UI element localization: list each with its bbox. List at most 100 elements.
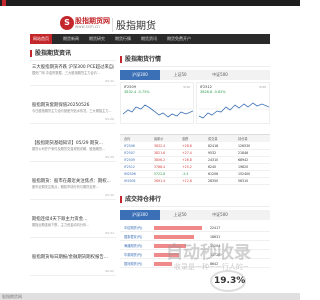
news-item[interactable]: 股指期货每日期报/金融期货期权报告... 06-02 xyxy=(30,252,116,276)
column-header: 持仓量 xyxy=(238,137,248,141)
contract-code[interactable]: IF2509 xyxy=(124,157,135,164)
nav-item-research[interactable]: 期货研究 xyxy=(86,34,108,44)
nav-item-quotes[interactable]: 期货行情 xyxy=(112,34,134,44)
open-interest: 152400 xyxy=(238,172,251,176)
table-row[interactable]: IF2509 3806.2 +26.8 24310 68942 xyxy=(120,157,270,164)
mini-chart[interactable]: IF2509 3832.4 -0.75% 5/30 xyxy=(120,82,194,124)
title-bar-icon xyxy=(30,50,32,57)
market-section-title: 股指期货行情 xyxy=(120,54,161,66)
change: +28.6 xyxy=(182,144,192,148)
percent-badge: 19.3% xyxy=(210,270,246,292)
news-date: 05-26 xyxy=(105,117,114,121)
tab-rank-hs300[interactable]: 沪深300 xyxy=(120,210,160,220)
news-title[interactable]: 股指期货每日期报/金融期货期权报告... xyxy=(32,254,114,260)
column-header: 最新价 xyxy=(154,137,164,141)
table-row[interactable]: IM2506 5722.8 -3.4 61206 152400 xyxy=(120,171,270,178)
volume: 28350 xyxy=(208,179,219,183)
footer-label: 股指期货网 xyxy=(2,294,22,299)
volume: 82418 xyxy=(208,144,219,148)
news-summary: 股市近期关注焦点，期权市场分析与期货走势... xyxy=(32,185,99,189)
mini-chart-value: 3832.4 -0.75% xyxy=(124,90,150,94)
open-interest: 68942 xyxy=(238,158,249,162)
rank-row[interactable]: 中信期货(代) 22417 xyxy=(120,224,270,232)
news-date: 05-31 xyxy=(105,231,114,235)
news-section-title: 股指期货资讯 xyxy=(30,48,71,60)
table-row[interactable]: IF2506 3832.4 +28.6 82418 126530 xyxy=(120,143,270,150)
news-title[interactable]: 三大股指期货齐跌 沪深300 PCE超过来自商 xyxy=(32,64,114,70)
tab-rank-sz50[interactable]: 上证50 xyxy=(160,210,200,220)
news-summary: 期货公司开户条件及期货交易规则详解，股指期货... xyxy=(32,147,106,151)
table-row[interactable]: IF2512 3788.4 +25.2 6240 19820 xyxy=(120,164,270,171)
news-title[interactable]: 股指期货：股市在最近关注焦点：期权... xyxy=(32,178,114,184)
news-title[interactable]: 股指期货套期保值20250526 xyxy=(32,102,114,108)
volume: 61206 xyxy=(208,172,219,176)
change: +12.6 xyxy=(182,179,192,183)
tab-sz50[interactable]: 上证50 xyxy=(160,70,200,80)
watermark-subtext: 收录是一种~一行人的~ xyxy=(174,263,249,271)
title-bar-icon xyxy=(120,56,122,63)
news-title-rule xyxy=(30,60,116,61)
open-interest: 56310 xyxy=(238,179,249,183)
news-item[interactable]: 期指连续4天下跌主力资金... 期指近期连续下跌，主力资金动向分析... 05-… xyxy=(30,214,116,238)
contract-code[interactable]: IF2506 xyxy=(124,143,135,150)
logo-subtext: www.ssm.cn xyxy=(75,24,100,29)
mini-chart[interactable]: IF2512 3826.8 -0.82% 5/30 xyxy=(196,82,270,124)
table-row[interactable]: IF2507 3821.6 +27.4 9532 21846 xyxy=(120,150,270,157)
news-date: 05-29 xyxy=(105,155,114,159)
last-price: 3832.4 xyxy=(154,144,166,148)
change: +26.8 xyxy=(182,158,192,162)
tab-hs300[interactable]: 沪深300 xyxy=(120,70,160,80)
logo[interactable]: S 股指期货网 www.ssm.cn xyxy=(60,16,110,32)
news-title[interactable]: 期指连续4天下跌主力资金... xyxy=(32,216,114,222)
mini-chart-value: 3826.8 -0.82% xyxy=(200,90,226,94)
news-item[interactable]: 【股指期货基础知识】05/29 期货... 期货公司开户条件及期货交易规则详解，… xyxy=(30,138,116,162)
table-header: 合约 最新价 涨跌 成交量 持仓量 xyxy=(120,134,270,142)
news-item[interactable]: 三大股指期货齐跌 沪深300 PCE超过来自商 据央广网 中金所数据，三大股指期… xyxy=(30,62,116,86)
last-price: 3788.4 xyxy=(154,165,166,169)
tab-zz500[interactable]: 中证500 xyxy=(200,70,240,80)
news-summary: 据央广网 中金所数据，三大股指期货主力合约... xyxy=(32,71,100,75)
mini-chart-date: 5/30 xyxy=(183,85,190,89)
last-price: 3821.6 xyxy=(154,151,166,155)
open-interest: 21846 xyxy=(238,151,249,155)
watermark-text: 自动秒收录 xyxy=(166,243,251,263)
table-row[interactable]: IH2506 2691.4 +12.6 28350 56310 xyxy=(120,178,270,185)
news-title[interactable]: 【股指期货基础知识】05/29 期货... xyxy=(32,140,114,146)
logo-mark-icon: S xyxy=(60,16,74,30)
percent-badge-value: 19.3% xyxy=(214,276,246,286)
news-date: 05-22 xyxy=(105,79,114,83)
contract-code[interactable]: IF2507 xyxy=(124,150,135,157)
rank-title-rule xyxy=(120,206,270,207)
nav-item-open-account[interactable]: 期货免费开户 xyxy=(164,34,194,44)
site-header: S 股指期货网 www.ssm.cn 股指期货 xyxy=(0,6,300,32)
contract-code[interactable]: IH2506 xyxy=(124,178,135,185)
volume: 6240 xyxy=(208,165,217,169)
volume: 24310 xyxy=(208,158,219,162)
mini-chart-line xyxy=(123,104,193,118)
mini-chart-date: 5/30 xyxy=(259,85,266,89)
mini-chart-name: IF2509 xyxy=(124,85,136,89)
nav-item-info[interactable]: 期货资讯 xyxy=(138,34,160,44)
news-item[interactable]: 股指期货：股市在最近关注焦点：期权... 股市近期关注焦点，期权市场分析与期货走… xyxy=(30,176,116,200)
footer-strip: 股指期货网 xyxy=(0,293,300,300)
tab-rank-zz500[interactable]: 中证500 xyxy=(200,210,240,220)
volume: 9532 xyxy=(208,151,217,155)
nav-item-news[interactable]: 期货新闻 xyxy=(60,34,82,44)
news-date: 05-30 xyxy=(105,193,114,197)
mini-chart-name: IF2512 xyxy=(200,85,212,89)
rank-broker[interactable]: 中信期货(代) xyxy=(124,224,142,232)
change: +27.4 xyxy=(182,151,192,155)
contract-code[interactable]: IM2506 xyxy=(124,171,136,178)
open-interest: 19820 xyxy=(238,165,249,169)
column-header: 合约 xyxy=(124,137,131,141)
news-summary: 今日股指期货主力合约基差升贴水情况，三大期指主力... xyxy=(32,109,112,113)
last-price: 2691.4 xyxy=(154,179,166,183)
open-interest: 126530 xyxy=(238,144,251,148)
contract-code[interactable]: IF2512 xyxy=(124,164,135,171)
rank-bar xyxy=(154,226,202,230)
column-header: 涨跌 xyxy=(182,137,189,141)
nav-item-home[interactable]: 网站首页 xyxy=(30,34,52,44)
news-item[interactable]: 股指期货套期保值20250526 今日股指期货主力合约基差升贴水情况，三大期指主… xyxy=(30,100,116,124)
last-price: 5722.8 xyxy=(154,172,166,176)
page-title: 股指期货 xyxy=(116,21,156,32)
